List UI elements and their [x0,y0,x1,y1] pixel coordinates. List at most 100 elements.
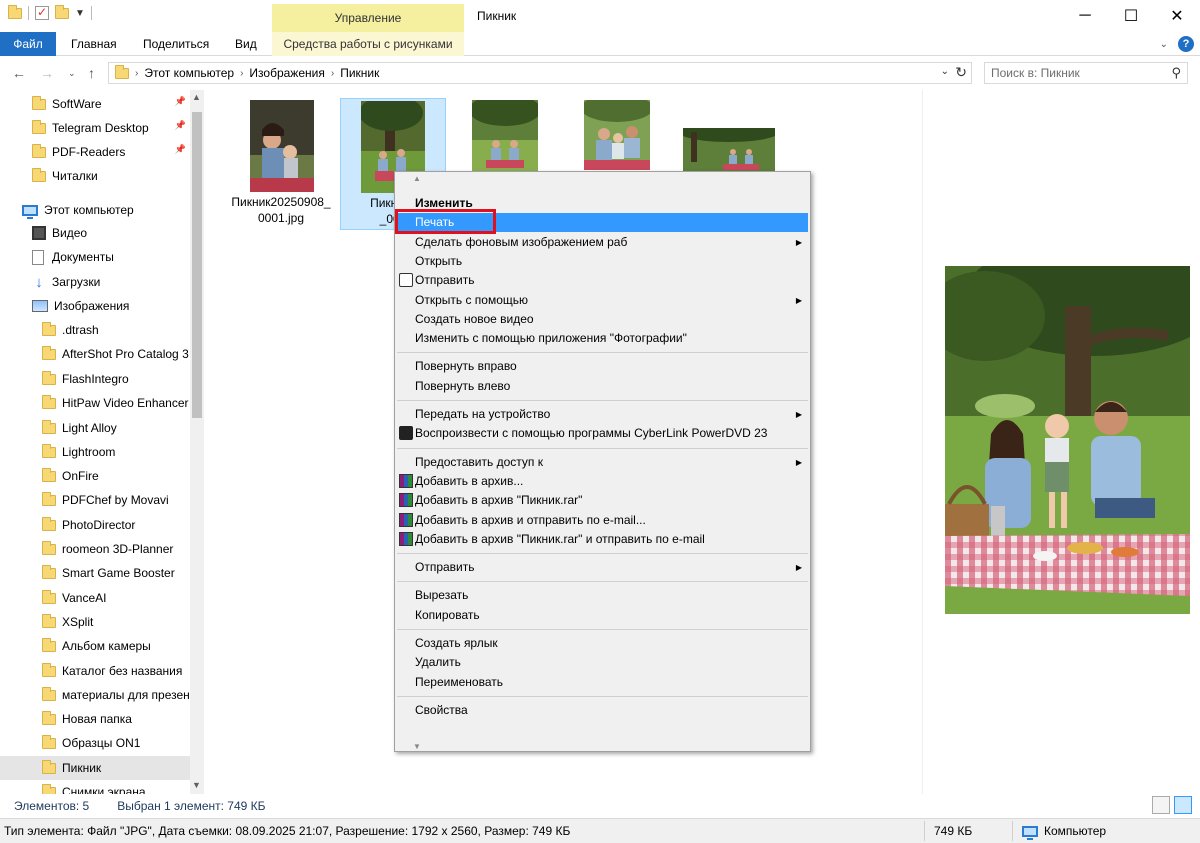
download-icon: ↓ [35,273,43,291]
details-view-icon[interactable] [1152,796,1170,814]
context-menu-item[interactable]: Изменить с помощью приложения "Фотографи… [397,329,808,348]
context-menu-item[interactable]: Свойства [397,701,808,720]
context-menu-item[interactable]: Добавить в архив "Пикник.rar" и отправит… [397,530,808,549]
sidebar-item[interactable]: Образцы ON1 [0,731,190,755]
sidebar-item[interactable]: материалы для презен [0,683,190,707]
context-menu-item[interactable]: Переименовать [397,673,808,692]
forward-arrow-icon[interactable]: → [40,65,54,81]
search-icon[interactable]: ⚲ [1171,65,1181,81]
search-box[interactable]: ⚲ [984,62,1188,84]
large-icons-view-icon[interactable] [1174,796,1192,814]
folder-icon [42,491,56,506]
sidebar-item[interactable]: Альбом камеры [0,634,190,658]
context-menu-item[interactable]: Добавить в архив и отправить по e-mail..… [397,511,808,530]
chevron-right-icon[interactable]: › [135,68,138,79]
context-menu-item[interactable]: Создать ярлык [397,634,808,653]
context-menu-item[interactable]: Передать на устройство ▶ [397,405,808,424]
context-menu-item[interactable]: Добавить в архив... [397,472,808,491]
tab-view[interactable]: Вид [235,32,257,56]
up-arrow-icon[interactable]: ↑ [88,65,95,81]
sidebar-item[interactable]: roomeon 3D-Planner [0,537,190,561]
sidebar-item[interactable]: PDF-Readers 📌 [0,140,190,164]
context-menu-item[interactable]: Повернуть влево [397,377,808,396]
context-menu-item[interactable]: Добавить в архив "Пикник.rar" [397,491,808,510]
context-menu-item[interactable]: Удалить [397,653,808,672]
folder-icon [42,443,56,458]
tab-picture-tools[interactable]: Средства работы с рисунками [272,32,464,56]
address-dropdown-icon[interactable]: ⌄ [941,66,949,77]
pin-icon[interactable]: 📌 [175,96,186,107]
sidebar-item[interactable]: OnFire [0,464,190,488]
properties-icon[interactable] [35,5,49,20]
sidebar-item[interactable]: VanceAI [0,586,190,610]
context-menu[interactable]: ▲ ▼ Изменить Печать Сделать фоновым изобра… [394,171,811,752]
sidebar-item[interactable]: AfterShot Pro Catalog 3 [0,342,190,366]
chevron-right-icon[interactable]: › [331,68,334,79]
menu-scroll-up-icon[interactable]: ▲ [413,174,421,183]
sidebar-item[interactable]: ↓ Загрузки [0,270,190,294]
tab-file[interactable]: Файл [0,32,56,56]
minimize-button[interactable]: ─ [1062,0,1108,32]
sidebar-item[interactable]: FlashIntegro [0,367,190,391]
scrollbar-thumb[interactable] [192,112,202,418]
context-menu-item[interactable]: Отправить [397,271,808,290]
context-menu-item[interactable]: Повернуть вправо [397,357,808,376]
navigation-pane-scrollbar[interactable]: ▲ ▼ [190,90,204,794]
sidebar-item[interactable]: XSplit [0,610,190,634]
context-menu-item[interactable]: Копировать [397,606,808,625]
back-arrow-icon[interactable]: ← [12,65,26,81]
menu-separator [397,695,808,697]
close-button[interactable]: ✕ [1154,0,1200,32]
breadcrumb-images[interactable]: Изображения [249,66,324,80]
sidebar-item[interactable]: Документы [0,245,190,269]
expand-ribbon-icon[interactable]: ⌄ [1160,39,1168,50]
pin-icon[interactable]: 📌 [175,144,186,155]
tab-share[interactable]: Поделиться [143,32,209,56]
menu-scroll-down-icon[interactable]: ▼ [413,742,421,751]
search-input[interactable] [985,63,1155,83]
help-icon[interactable]: ? [1178,36,1194,52]
context-menu-item[interactable]: Сделать фоновым изображением раб ▶ [397,233,808,252]
new-folder-icon[interactable] [55,4,69,19]
scroll-down-icon[interactable]: ▼ [192,780,201,790]
sidebar-item[interactable]: Видео [0,221,190,245]
sidebar-item[interactable]: Новая папка [0,707,190,731]
breadcrumb-this-pc[interactable]: Этот компьютер [144,66,234,80]
navigation-pane[interactable]: SoftWare 📌 Telegram Desktop 📌 PDF-Readers 📌 Чи… [0,90,204,794]
context-menu-item[interactable]: Открыть с помощью ▶ [397,291,808,310]
pin-icon[interactable]: 📌 [175,120,186,131]
sidebar-item[interactable]: HitPaw Video Enhancer [0,391,190,415]
address-bar[interactable]: › Этот компьютер › Изображения › Пикник … [108,62,972,84]
sidebar-item[interactable]: Smart Game Booster [0,561,190,585]
context-menu-item[interactable]: Предоставить доступ к ▶ [397,453,808,472]
context-menu-item[interactable]: Вырезать [397,586,808,605]
sidebar-item-label: материалы для презен [62,688,190,702]
sidebar-item[interactable]: Снимки экрана [0,780,190,794]
tab-home[interactable]: Главная [71,32,117,56]
context-menu-item[interactable]: Открыть [397,252,808,271]
sidebar-item[interactable]: Каталог без названия [0,659,190,683]
sidebar-item[interactable]: PhotoDirector [0,513,190,537]
context-menu-item[interactable]: Создать новое видео [397,310,808,329]
recent-locations-dropdown-icon[interactable]: ⌄ [68,68,76,79]
chevron-right-icon[interactable]: › [240,68,243,79]
sidebar-item[interactable]: Этот компьютер [0,198,190,222]
file-item[interactable]: Пикник20250908_0001.jpg [229,98,335,230]
sidebar-item[interactable]: Читалки [0,164,190,188]
winrar-icon [399,473,413,488]
sidebar-item[interactable]: Telegram Desktop 📌 [0,116,190,140]
sidebar-item[interactable]: Изображения [0,294,190,318]
sidebar-item[interactable]: PDFChef by Movavi [0,488,190,512]
sidebar-item[interactable]: Пикник [0,756,190,780]
refresh-icon[interactable]: ↻ [955,64,967,81]
sidebar-item[interactable]: Light Alloy [0,416,190,440]
sidebar-item[interactable]: SoftWare 📌 [0,92,190,116]
breadcrumb-picnic[interactable]: Пикник [340,66,379,80]
customize-toolbar-dropdown-icon[interactable]: ▼ [75,8,85,19]
sidebar-item[interactable]: Lightroom [0,440,190,464]
maximize-button[interactable]: ☐ [1108,0,1154,32]
sidebar-item[interactable]: .dtrash [0,318,190,342]
context-menu-item[interactable]: Воспроизвести с помощью программы CyberL… [397,424,808,443]
context-menu-item[interactable]: Отправить ▶ [397,558,808,577]
scroll-up-icon[interactable]: ▲ [192,92,201,102]
